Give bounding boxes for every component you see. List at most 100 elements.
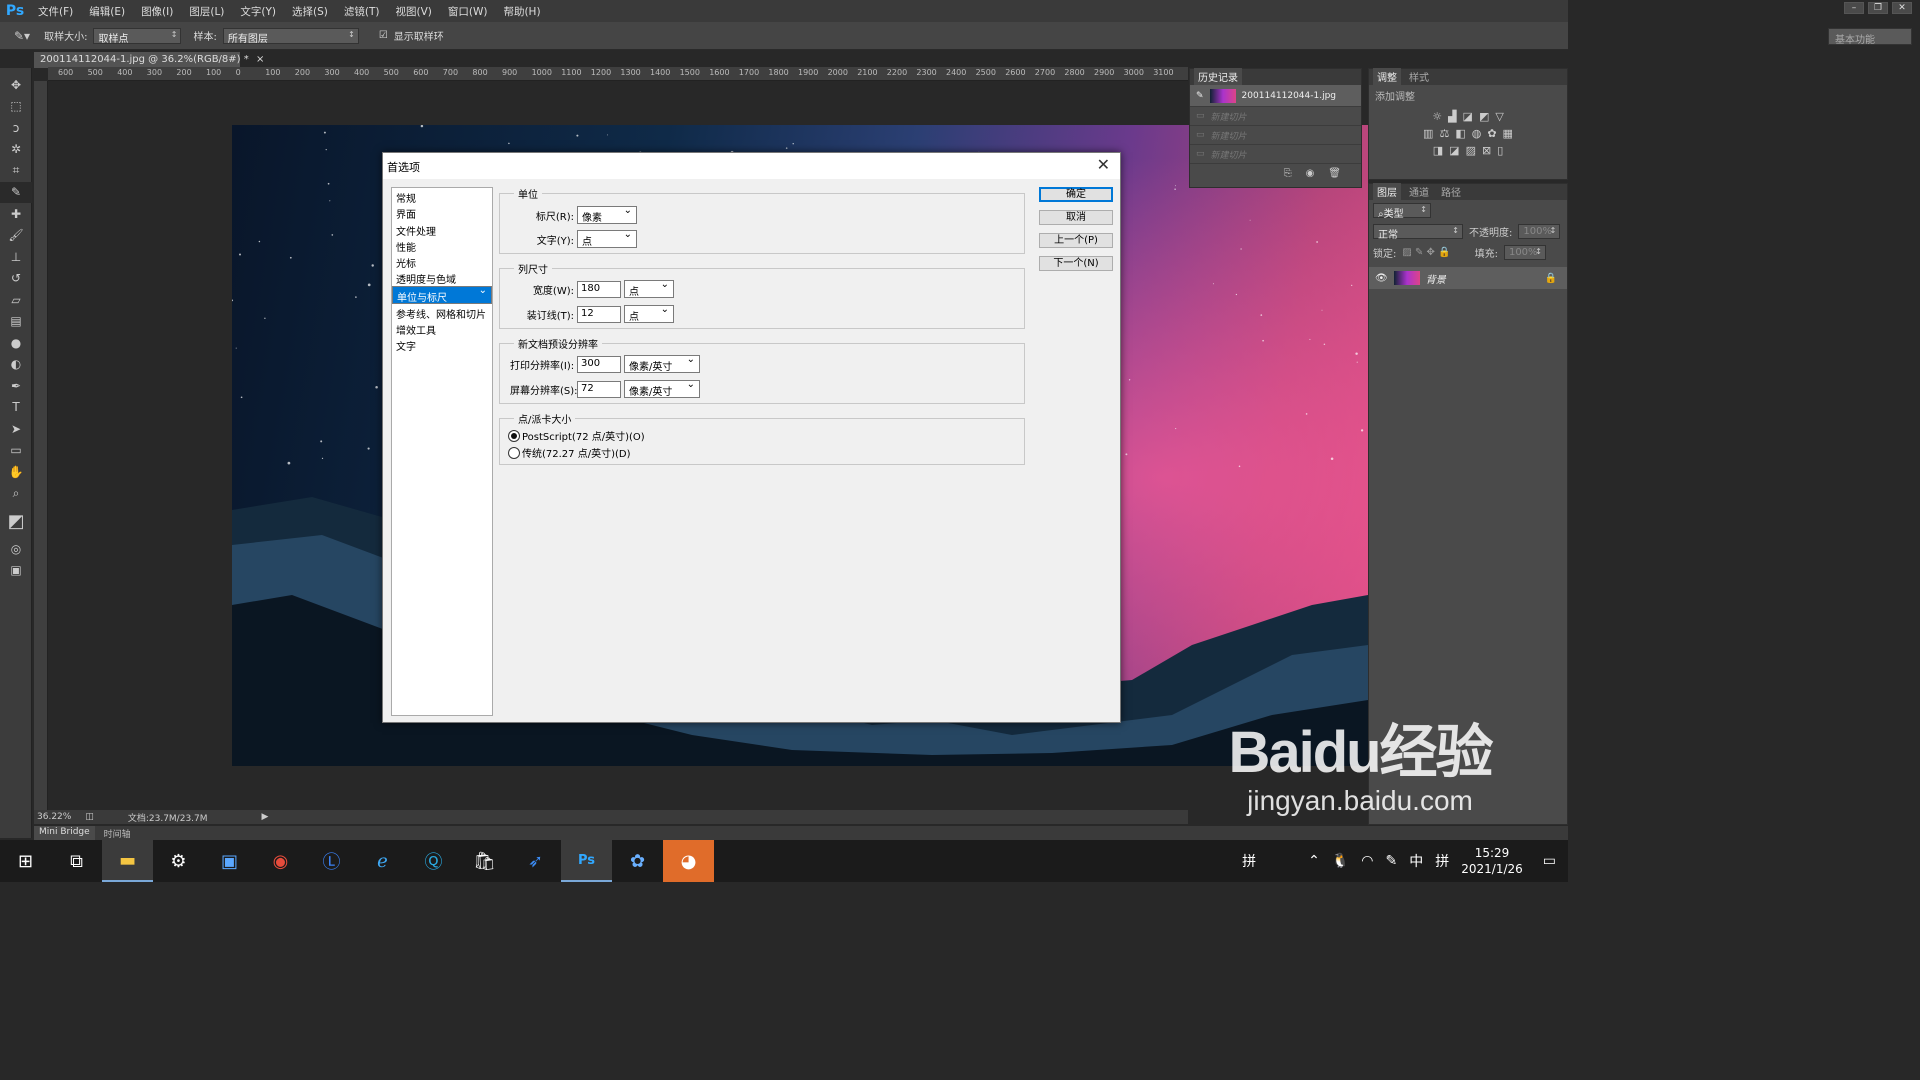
fill-field[interactable]: 100% bbox=[1503, 245, 1546, 260]
shape-tool-icon[interactable]: ▭ bbox=[0, 440, 32, 462]
zoom-tool-icon[interactable]: ⌕ bbox=[0, 483, 32, 505]
quick-mask-icon[interactable]: ◎ bbox=[0, 538, 32, 560]
photos-icon[interactable]: ▣ bbox=[204, 840, 255, 882]
print-resolution-unit-select[interactable]: 像素/英寸 bbox=[624, 354, 700, 373]
pen-icon[interactable]: ✎ bbox=[1386, 853, 1398, 869]
nav-guides-grid[interactable]: 参考线、网格和切片 bbox=[392, 304, 492, 321]
type-unit-select[interactable]: 点 bbox=[577, 229, 637, 248]
invert-icon[interactable]: ◨ bbox=[1433, 144, 1443, 157]
opacity-field[interactable]: 100% bbox=[1518, 224, 1561, 239]
eye-icon[interactable]: 👁 bbox=[1375, 273, 1388, 284]
settings-icon[interactable]: ⚙ bbox=[153, 840, 204, 882]
snapshot-icon[interactable]: ◉ bbox=[1306, 168, 1315, 179]
layer-filter-select[interactable]: ⌕类型 bbox=[1373, 203, 1431, 220]
ruler-unit-select[interactable]: 像素 bbox=[577, 205, 637, 224]
clock[interactable]: 15:29 2021/1/26 bbox=[1461, 845, 1523, 877]
move-tool-icon[interactable]: ✥ bbox=[0, 74, 32, 96]
baidu-netdisk-icon[interactable]: ✿ bbox=[612, 840, 663, 882]
workspace-select[interactable]: 基本功能 bbox=[1828, 28, 1912, 46]
network-icon[interactable]: ◠ bbox=[1361, 853, 1373, 869]
sample-size-select[interactable]: 取样点 bbox=[93, 27, 182, 45]
layer-row-background[interactable]: 👁 背景 🔒 bbox=[1369, 267, 1567, 289]
trash-icon[interactable]: 🗑 bbox=[1328, 168, 1341, 179]
restore-icon[interactable]: ❐ bbox=[1868, 2, 1888, 14]
nav-type[interactable]: 文字 bbox=[392, 336, 492, 353]
tab-mini-bridge[interactable]: Mini Bridge bbox=[34, 826, 95, 840]
ie-icon[interactable]: ℯ bbox=[357, 840, 408, 882]
postscript-radio[interactable]: PostScript(72 点/英寸)(O) bbox=[508, 428, 645, 443]
tab-layers[interactable]: 图层 bbox=[1373, 183, 1401, 200]
file-explorer-icon[interactable]: ▬ bbox=[102, 840, 153, 882]
start-icon[interactable]: ⊞ bbox=[0, 840, 51, 882]
feishu-icon[interactable]: ➶ bbox=[510, 840, 561, 882]
print-resolution-input[interactable]: 300 bbox=[577, 355, 621, 373]
qq-icon[interactable]: 🐧 bbox=[1332, 853, 1349, 869]
nav-file-handling[interactable]: 文件处理 bbox=[392, 221, 492, 238]
menu-view[interactable]: 视图(V) bbox=[387, 4, 439, 19]
menu-layer[interactable]: 图层(L) bbox=[181, 4, 232, 19]
lasso-tool-icon[interactable]: ↄ bbox=[0, 117, 32, 139]
menu-select[interactable]: 选择(S) bbox=[284, 4, 336, 19]
column-width-unit-select[interactable]: 点 bbox=[624, 279, 674, 298]
ime-indicator[interactable]: 拼 bbox=[1435, 851, 1449, 871]
browser-q-icon[interactable]: Ⓠ bbox=[408, 840, 459, 882]
sample-select[interactable]: 所有图层 bbox=[222, 27, 359, 45]
magic-wand-icon[interactable]: ✲ bbox=[0, 139, 32, 161]
show-ring-checkbox[interactable]: ☑ bbox=[379, 30, 388, 41]
app-l-icon[interactable]: Ⓛ bbox=[306, 840, 357, 882]
path-select-icon[interactable]: ➤ bbox=[0, 418, 32, 440]
chat-app-icon[interactable]: ◕ bbox=[663, 840, 714, 882]
doc-info-icon[interactable]: ◫ bbox=[85, 812, 94, 822]
brush-tool-icon[interactable]: 🖌 bbox=[0, 225, 32, 247]
history-source-row[interactable]: ✎ 200114112044-1.jpg bbox=[1190, 85, 1361, 107]
tab-timeline[interactable]: 时间轴 bbox=[99, 826, 136, 840]
ime-mode[interactable]: 拼 bbox=[1242, 851, 1256, 871]
nav-performance[interactable]: 性能 bbox=[392, 237, 492, 254]
nav-cursors[interactable]: 光标 bbox=[392, 253, 492, 270]
crop-tool-icon[interactable]: ⌗ bbox=[0, 160, 32, 182]
chevron-up-icon[interactable]: ⌃ bbox=[1308, 853, 1320, 869]
language-indicator[interactable]: 中 bbox=[1409, 851, 1423, 871]
gutter-unit-select[interactable]: 点 bbox=[624, 304, 674, 323]
blur-tool-icon[interactable]: ● bbox=[0, 332, 32, 354]
traditional-radio[interactable]: 传统(72.27 点/英寸)(D) bbox=[508, 445, 630, 460]
threshold-icon[interactable]: ▨ bbox=[1466, 144, 1476, 157]
gradient-tool-icon[interactable]: ▤ bbox=[0, 311, 32, 333]
menu-help[interactable]: 帮助(H) bbox=[495, 4, 548, 19]
tab-adjustments[interactable]: 调整 bbox=[1373, 68, 1401, 85]
color-swatches-icon[interactable]: ◩ bbox=[0, 504, 32, 538]
history-brush-icon[interactable]: ↺ bbox=[0, 268, 32, 290]
tab-styles[interactable]: 样式 bbox=[1405, 68, 1433, 85]
gradient-map-icon[interactable]: ▯ bbox=[1497, 144, 1503, 157]
menu-window[interactable]: 窗口(W) bbox=[440, 4, 496, 19]
menu-edit[interactable]: 编辑(E) bbox=[81, 4, 133, 19]
lookup-icon[interactable]: ▦ bbox=[1503, 127, 1513, 140]
notification-icon[interactable]: ▭ bbox=[1543, 853, 1556, 869]
next-button[interactable]: 下一个(N) bbox=[1039, 256, 1113, 271]
hue-icon[interactable]: ▥ bbox=[1423, 127, 1433, 140]
mixer-icon[interactable]: ✿ bbox=[1487, 127, 1496, 140]
eyedropper-tool-icon[interactable]: ✎ bbox=[0, 181, 32, 203]
eraser-tool-icon[interactable]: ▱ bbox=[0, 289, 32, 311]
stamp-tool-icon[interactable]: ⊥ bbox=[0, 246, 32, 268]
radio-selected-icon[interactable] bbox=[508, 429, 520, 442]
healing-brush-icon[interactable]: ✚ bbox=[0, 203, 32, 225]
history-item[interactable]: ▭ 新建切片 bbox=[1190, 126, 1361, 145]
nav-transparency[interactable]: 透明度与色域 bbox=[392, 269, 492, 286]
cancel-button[interactable]: 取消 bbox=[1039, 210, 1113, 225]
dialog-close-icon[interactable]: ✕ bbox=[1097, 155, 1110, 174]
type-tool-icon[interactable]: T bbox=[0, 397, 32, 419]
chrome-icon[interactable]: ◉ bbox=[255, 840, 306, 882]
photo-filter-icon[interactable]: ◍ bbox=[1472, 127, 1482, 140]
close-icon[interactable]: ✕ bbox=[1892, 2, 1912, 14]
balance-icon[interactable]: ⚖ bbox=[1439, 127, 1449, 140]
lock-icons[interactable]: ▨ ✎ ✥ 🔒 bbox=[1402, 247, 1450, 258]
store-icon[interactable]: 🛍 bbox=[459, 840, 510, 882]
history-brush-source-icon[interactable]: ✎ bbox=[1196, 91, 1204, 101]
status-menu-arrow-icon[interactable]: ▶ bbox=[262, 812, 269, 822]
tab-history[interactable]: 历史记录 bbox=[1194, 68, 1242, 85]
nav-plugins[interactable]: 增效工具 bbox=[392, 320, 492, 337]
nav-general[interactable]: 常规 bbox=[392, 188, 492, 205]
tab-paths[interactable]: 路径 bbox=[1437, 183, 1465, 200]
screen-resolution-unit-select[interactable]: 像素/英寸 bbox=[624, 379, 700, 398]
